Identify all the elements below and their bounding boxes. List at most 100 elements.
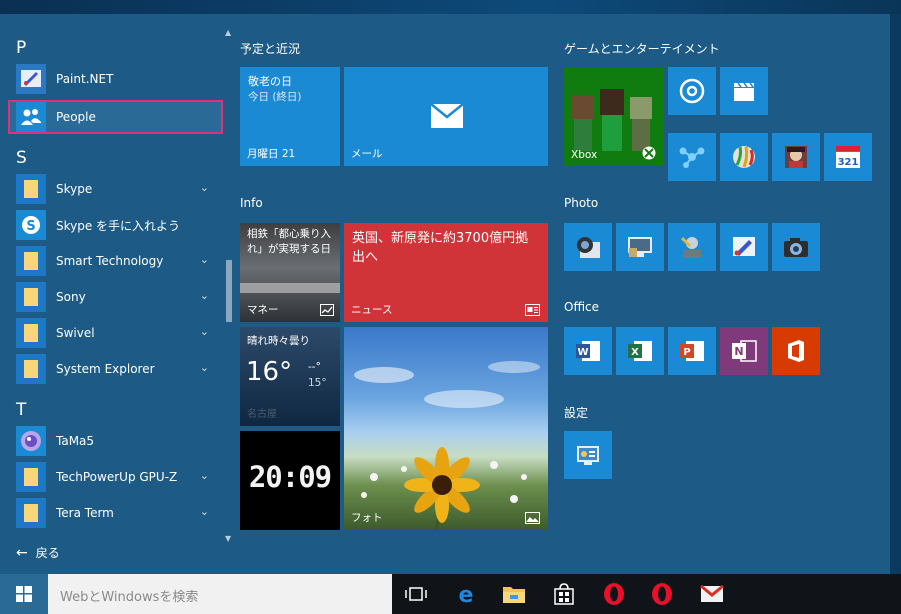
photo-app-tile-1[interactable] xyxy=(564,223,612,271)
weather-tile[interactable]: 晴れ時々曇り 16° --° 15° 名古屋 xyxy=(240,327,340,426)
group-title-games[interactable]: ゲームとエンターテイメント xyxy=(564,40,720,57)
tama5-icon xyxy=(16,426,46,456)
app-get-skype[interactable]: S Skype を手に入れよう xyxy=(8,208,223,242)
chevron-down-icon[interactable]: ⌄ xyxy=(200,181,209,194)
group-title-settings[interactable]: 設定 xyxy=(564,404,588,421)
news-tile[interactable]: 英国、新原発に約3700億円拠出へ ニュース xyxy=(344,223,548,322)
app-label: System Explorer xyxy=(56,362,155,376)
office-hub-tile[interactable] xyxy=(772,327,820,375)
app-system-explorer-folder[interactable]: System Explorer ⌄ xyxy=(8,352,223,386)
control-panel-icon xyxy=(577,446,599,465)
word-tile[interactable]: W xyxy=(564,327,612,375)
photo-app-tile-3[interactable] xyxy=(668,223,716,271)
app-smart-technology-folder[interactable]: Smart Technology ⌄ xyxy=(8,244,223,278)
game-character-icon xyxy=(785,146,807,168)
desktop-background-right xyxy=(890,14,901,574)
app-techpowerup-folder[interactable]: TechPowerUp GPU-Z ⌄ xyxy=(8,460,223,494)
letter-header-s[interactable]: S xyxy=(16,148,27,168)
app-sony-folder[interactable]: Sony ⌄ xyxy=(8,280,223,314)
weather-temperature: 16° xyxy=(246,357,293,387)
folder-icon xyxy=(16,318,46,348)
chevron-down-icon[interactable]: ⌄ xyxy=(200,505,209,518)
photo-app-tile-2[interactable] xyxy=(616,223,664,271)
app-label: TaMa5 xyxy=(56,434,95,448)
task-view-button[interactable] xyxy=(402,580,430,608)
chevron-down-icon[interactable]: ⌄ xyxy=(200,253,209,266)
skype-icon: S xyxy=(16,210,46,240)
gmail-button[interactable] xyxy=(698,580,726,608)
group-title-schedule[interactable]: 予定と近況 xyxy=(240,40,300,57)
excel-icon: X xyxy=(628,341,652,361)
windows-logo-icon xyxy=(16,586,32,602)
photo-app-tile-5[interactable] xyxy=(772,223,820,271)
app-tama5[interactable]: TaMa5 xyxy=(8,424,223,458)
game-app-tile-1[interactable] xyxy=(668,133,716,181)
groove-music-tile[interactable] xyxy=(668,67,716,115)
start-button[interactable] xyxy=(0,574,48,614)
letter-header-t[interactable]: T xyxy=(16,400,26,420)
xbox-tile[interactable]: Xbox xyxy=(564,67,664,166)
desktop-background xyxy=(0,0,901,14)
clock-tile[interactable]: 20:09 xyxy=(240,431,340,530)
back-label: 戻る xyxy=(35,546,60,560)
scroll-thumb[interactable] xyxy=(226,260,232,322)
chevron-down-icon[interactable]: ⌄ xyxy=(200,325,209,338)
chevron-down-icon[interactable]: ⌄ xyxy=(200,289,209,302)
powerpoint-tile[interactable]: P xyxy=(668,327,716,375)
control-panel-tile[interactable] xyxy=(564,431,612,479)
mail-envelope-icon xyxy=(430,103,464,128)
game-app-tile-2[interactable] xyxy=(720,133,768,181)
xbox-label: Xbox xyxy=(571,149,598,161)
molecule-icon xyxy=(679,147,705,168)
money-photo-track xyxy=(240,283,340,293)
excel-tile[interactable]: X xyxy=(616,327,664,375)
search-placeholder: WebとWindowsを検索 xyxy=(60,590,199,605)
app-tera-term-folder[interactable]: Tera Term ⌄ xyxy=(8,496,223,530)
photo-tools-icon xyxy=(680,236,701,258)
folder-icon xyxy=(503,587,525,603)
search-box[interactable]: WebとWindowsを検索 xyxy=(48,574,392,614)
store-button[interactable] xyxy=(550,580,578,608)
chevron-down-icon[interactable]: ⌄ xyxy=(200,361,209,374)
calendar-event: 敬老の日 xyxy=(248,75,292,88)
app-list-scrollbar[interactable]: ▲ ▼ xyxy=(224,28,234,546)
calendar-tile[interactable]: 敬老の日 今日 (終日) 月曜日 21 xyxy=(240,67,340,166)
app-people[interactable]: People xyxy=(8,100,223,134)
edge-button[interactable]: e xyxy=(452,580,480,608)
game-app-tile-4[interactable]: 321 xyxy=(824,133,872,181)
chevron-down-icon[interactable]: ⌄ xyxy=(200,469,209,482)
task-view-icon xyxy=(405,587,427,601)
app-paint-net[interactable]: Paint.NET xyxy=(8,62,223,96)
movies-tv-tile[interactable] xyxy=(720,67,768,115)
letter-header-p[interactable]: P xyxy=(16,38,26,58)
office-logo-icon xyxy=(788,340,804,362)
app-label: Sony xyxy=(56,290,86,304)
group-title-photo[interactable]: Photo xyxy=(564,196,598,210)
onenote-tile[interactable]: N xyxy=(720,327,768,375)
ball-icon xyxy=(733,146,755,168)
group-title-office[interactable]: Office xyxy=(564,300,599,314)
photo-app-tile-4[interactable] xyxy=(720,223,768,271)
app-skype-folder[interactable]: Skype ⌄ xyxy=(8,172,223,206)
game-app-tile-3[interactable] xyxy=(772,133,820,181)
back-button[interactable]: ← 戻る xyxy=(16,544,60,561)
news-label: ニュース xyxy=(351,304,393,316)
opera-button-2[interactable] xyxy=(648,580,676,608)
svg-text:321: 321 xyxy=(838,157,859,168)
app-label: Smart Technology xyxy=(56,254,164,268)
photos-tile[interactable]: フォト xyxy=(344,327,548,530)
svg-text:e: e xyxy=(459,583,474,606)
photos-label: フォト xyxy=(351,512,383,524)
app-swivel-folder[interactable]: Swivel ⌄ xyxy=(8,316,223,350)
scroll-down-arrow-icon[interactable]: ▼ xyxy=(225,534,231,543)
svg-text:N: N xyxy=(734,345,743,358)
powerpoint-icon: P xyxy=(680,341,704,361)
group-title-info[interactable]: Info xyxy=(240,196,263,210)
clapperboard-icon xyxy=(734,82,754,101)
mail-tile[interactable]: メール xyxy=(344,67,548,166)
money-tile[interactable]: 相鉄「都心乗り入れ」が実現する日 マネー xyxy=(240,223,340,322)
opera-button-1[interactable] xyxy=(600,580,628,608)
back-arrow-icon: ← xyxy=(16,544,28,561)
scroll-up-arrow-icon[interactable]: ▲ xyxy=(225,28,231,37)
file-explorer-button[interactable] xyxy=(500,580,528,608)
